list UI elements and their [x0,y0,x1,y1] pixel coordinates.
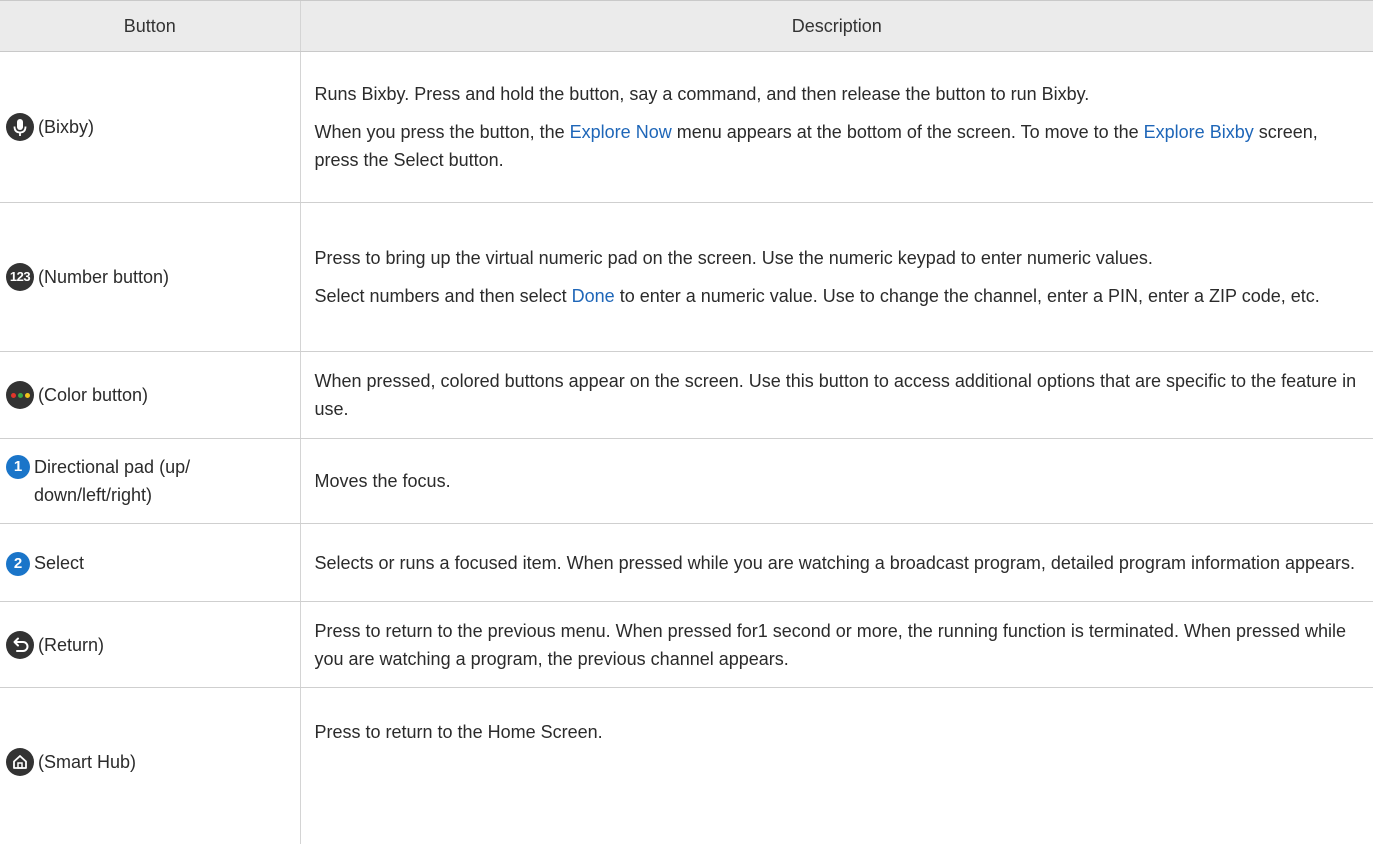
description-text: Press to bring up the virtual numeric pa… [315,244,1362,272]
callout-2-icon: 2 [6,552,30,576]
description-text: Moves the focus. [315,467,1362,495]
description-text: Select numbers and then select Done to e… [315,282,1362,310]
button-label: (Bixby) [38,113,94,141]
button-cell: 2 Select [0,524,300,602]
description-cell: Press to return to the Home Screen. [300,688,1373,844]
description-text: Runs Bixby. Press and hold the button, s… [315,80,1362,108]
table-row: (Bixby) Runs Bixby. Press and hold the b… [0,52,1373,203]
description-text: When you press the button, the Explore N… [315,118,1362,174]
description-cell: When pressed, colored buttons appear on … [300,352,1373,439]
color-dots-icon [6,381,34,409]
return-arrow-icon [6,631,34,659]
button-label: (Return) [38,631,104,659]
description-text: Press to return to the previous menu. Wh… [315,617,1362,673]
header-button: Button [0,1,300,52]
button-label: Select [34,549,84,577]
callout-1-icon: 1 [6,455,30,479]
done-option-name: Done [572,286,615,306]
button-cell: 1 Directional pad (up/ down/left/right) [0,439,300,524]
header-description: Description [300,1,1373,52]
description-text: Press to return to the Home Screen. [315,718,1362,746]
button-cell: (Bixby) [0,52,300,203]
description-cell: Press to return to the previous menu. Wh… [300,602,1373,688]
table-row: 1 Directional pad (up/ down/left/right) … [0,439,1373,524]
button-cell: (Return) [0,602,300,688]
number-123-icon: 123 [6,263,34,291]
remote-buttons-table: Button Description (Bixby) [0,0,1373,844]
table-header-row: Button Description [0,1,1373,52]
table-row: (Return) Press to return to the previous… [0,602,1373,688]
button-label: (Color button) [38,381,148,409]
button-label: (Smart Hub) [38,748,136,776]
description-cell: Moves the focus. [300,439,1373,524]
button-cell: 123 (Number button) [0,203,300,352]
button-label: (Number button) [38,263,169,291]
explore-bixby-screen-name: Explore Bixby [1144,122,1254,142]
description-cell: Press to bring up the virtual numeric pa… [300,203,1373,352]
description-text: When pressed, colored buttons appear on … [315,367,1362,423]
description-text: Selects or runs a focused item. When pre… [315,549,1362,577]
button-label: Directional pad (up/ down/left/right) [34,453,300,509]
description-cell: Selects or runs a focused item. When pre… [300,524,1373,602]
table-row: (Smart Hub) Press to return to the Home … [0,688,1373,844]
table-row: 123 (Number button) Press to bring up th… [0,203,1373,352]
table-row: 2 Select Selects or runs a focused item.… [0,524,1373,602]
microphone-icon [6,113,34,141]
button-cell: (Smart Hub) [0,688,300,844]
description-cell: Runs Bixby. Press and hold the button, s… [300,52,1373,203]
home-icon [6,748,34,776]
explore-now-menu-name: Explore Now [570,122,672,142]
table-row: (Color button) When pressed, colored but… [0,352,1373,439]
button-cell: (Color button) [0,352,300,439]
